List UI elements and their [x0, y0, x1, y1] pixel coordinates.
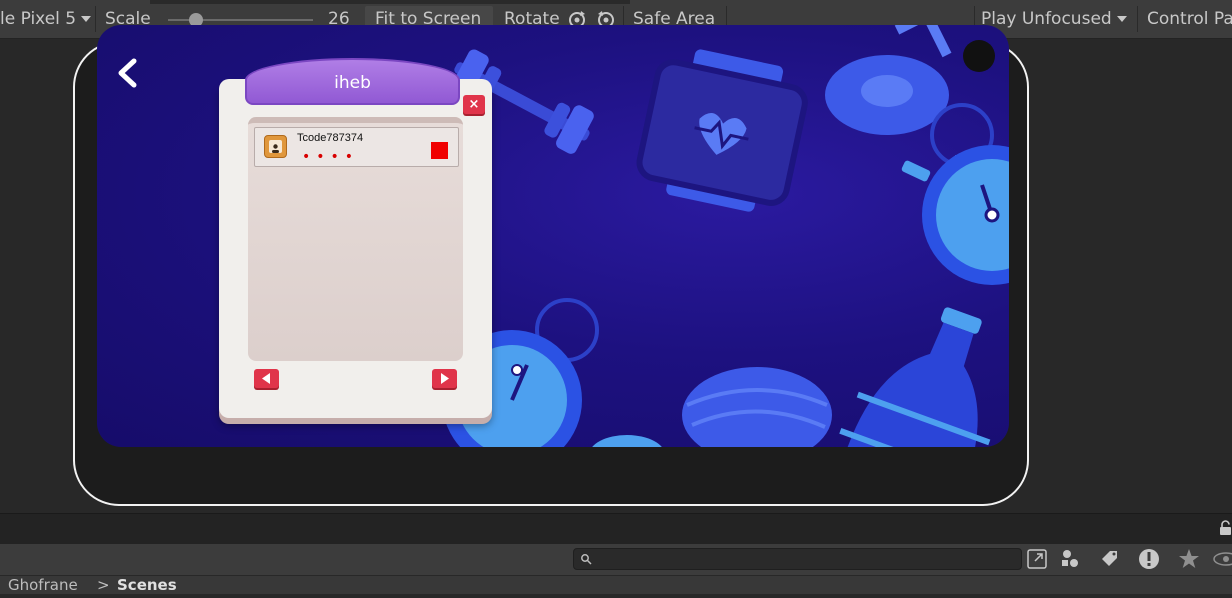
chevron-down-icon: [81, 16, 92, 22]
popup-title: iheb: [245, 58, 460, 105]
chevron-down-icon: [1116, 16, 1127, 22]
bottle-icon: [837, 307, 991, 447]
scene-icon[interactable]: [1058, 546, 1084, 572]
search-icon: [581, 554, 592, 565]
gym-ball-icon: [592, 367, 832, 447]
visibility-icon[interactable]: [1212, 546, 1232, 572]
control-panel-button[interactable]: Control Pa: [1147, 6, 1232, 32]
breadcrumb-item-root[interactable]: Ghofrane: [8, 572, 78, 598]
next-page-button[interactable]: [432, 369, 457, 388]
toolbar-divider: [1137, 6, 1138, 32]
toolbar-divider: [95, 6, 96, 32]
list-item-name: Tcode787374: [297, 132, 364, 144]
tag-icon[interactable]: [1097, 546, 1123, 572]
play-mode-label: Play Unfocused: [981, 9, 1112, 29]
open-external-icon[interactable]: [1024, 546, 1050, 572]
breadcrumb: Ghofrane > Scenes: [0, 576, 1232, 594]
kettlebell-icon: [825, 25, 952, 135]
device-dropdown[interactable]: le Pixel 5: [0, 6, 92, 32]
panel-tab-bar: [0, 513, 1232, 544]
star-icon[interactable]: [1176, 546, 1202, 572]
smartwatch-icon: [636, 49, 808, 212]
arrow-right-icon: [441, 373, 449, 384]
device-label: le Pixel 5: [0, 9, 77, 29]
prev-page-button[interactable]: [254, 369, 279, 388]
warning-icon[interactable]: [1136, 546, 1162, 572]
tab-strip-remnant: [150, 0, 630, 4]
user-icon: [264, 135, 287, 158]
close-button[interactable]: ×: [463, 95, 485, 114]
back-chevron-icon[interactable]: [112, 58, 142, 88]
project-search-input[interactable]: [573, 548, 1022, 570]
breadcrumb-separator: >: [97, 576, 110, 594]
camera-notch: [963, 40, 995, 72]
stopwatch-icon: [901, 103, 1009, 285]
list-item-password: ••••: [302, 149, 360, 165]
play-mode-dropdown[interactable]: Play Unfocused: [981, 6, 1127, 32]
lock-icon[interactable]: [1219, 520, 1232, 536]
arrow-left-icon: [262, 373, 270, 384]
breadcrumb-item-current[interactable]: Scenes: [117, 572, 177, 598]
status-indicator[interactable]: [431, 142, 448, 159]
